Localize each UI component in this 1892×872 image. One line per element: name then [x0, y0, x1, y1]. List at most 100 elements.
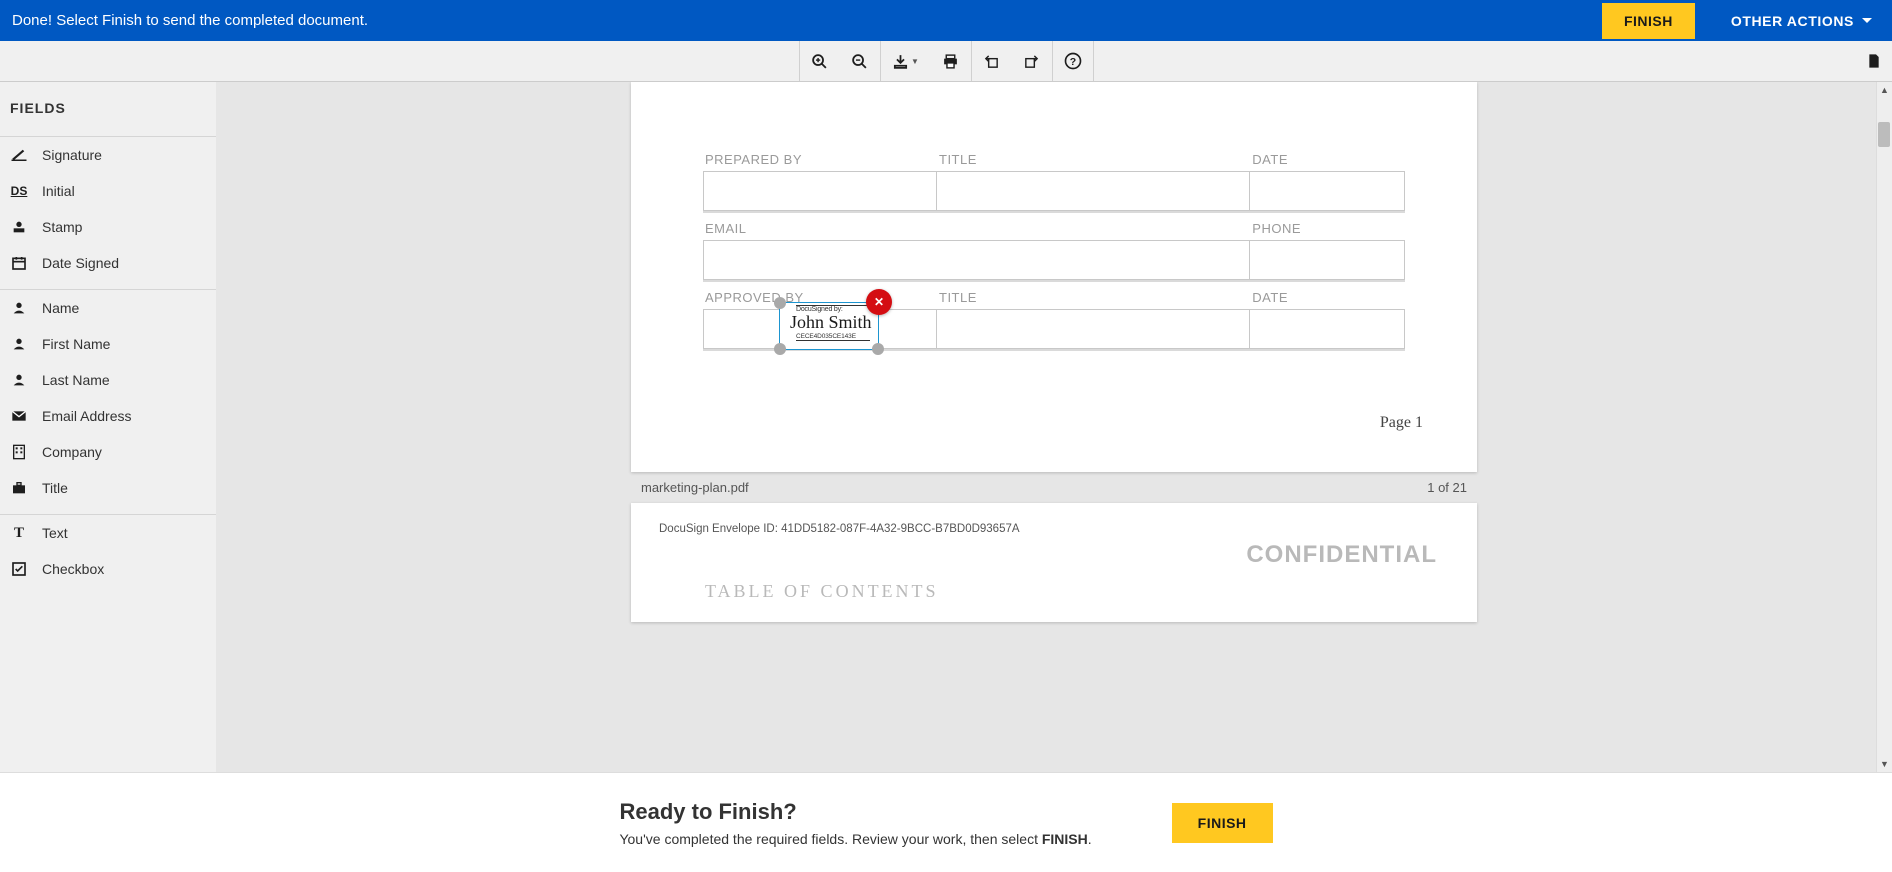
- form-input: [1250, 171, 1405, 211]
- field-label: Signature: [42, 147, 102, 163]
- rotate-left-button[interactable]: [972, 41, 1012, 81]
- field-label: Text: [42, 525, 68, 541]
- svg-text:?: ?: [1069, 56, 1075, 68]
- person-icon: [10, 335, 28, 353]
- envelope-id: DocuSign Envelope ID: 41DD5182-087F-4A32…: [659, 523, 1449, 535]
- chevron-down-icon: [1862, 18, 1872, 24]
- form-input: [703, 171, 937, 211]
- field-email[interactable]: Email Address: [0, 398, 216, 434]
- initial-icon: DS: [10, 182, 28, 200]
- finish-button[interactable]: FINISH: [1602, 3, 1695, 39]
- field-first-name[interactable]: First Name: [0, 326, 216, 362]
- form-label: TITLE: [937, 290, 1250, 309]
- document-info-bar: marketing-plan.pdf 1 of 21: [631, 472, 1477, 503]
- form-input: [937, 309, 1250, 349]
- field-title[interactable]: Title: [0, 470, 216, 506]
- status-message: Done! Select Finish to send the complete…: [12, 12, 1602, 29]
- print-icon: [942, 53, 959, 70]
- field-label: Checkbox: [42, 561, 104, 577]
- field-checkbox[interactable]: Checkbox: [0, 551, 216, 587]
- footer-subtitle: You've completed the required fields. Re…: [619, 831, 1091, 847]
- rotate-right-button[interactable]: [1012, 41, 1052, 81]
- finish-footer: Ready to Finish? You've completed the re…: [0, 772, 1892, 872]
- other-actions-dropdown[interactable]: OTHER ACTIONS: [1723, 13, 1880, 29]
- field-name[interactable]: Name: [0, 290, 216, 326]
- field-date-signed[interactable]: Date Signed: [0, 245, 216, 281]
- signature-id: CECE4D035CE143E: [796, 333, 870, 341]
- document-page-1: PREPARED BY TITLE DATE EMAIL PHONE APPRO…: [631, 82, 1477, 472]
- print-button[interactable]: [931, 41, 971, 81]
- resize-handle[interactable]: [774, 297, 786, 309]
- vertical-scrollbar[interactable]: ▲ ▼: [1876, 82, 1892, 772]
- download-icon: [892, 53, 909, 70]
- scroll-down-button[interactable]: ▼: [1877, 756, 1892, 772]
- zoom-in-button[interactable]: [800, 41, 840, 81]
- signature-name: John Smith: [784, 313, 874, 333]
- toc-heading: TABLE OF CONTENTS: [659, 581, 1449, 602]
- form-label: EMAIL: [703, 221, 1250, 240]
- form-label: PHONE: [1250, 221, 1405, 240]
- document-icon: [1866, 52, 1882, 70]
- building-icon: [10, 443, 28, 461]
- resize-handle[interactable]: [872, 343, 884, 355]
- signature-field[interactable]: DocuSigned by: John Smith CECE4D035CE143…: [779, 302, 879, 350]
- briefcase-icon: [10, 479, 28, 497]
- close-icon: ✕: [874, 295, 884, 309]
- calendar-icon: [10, 254, 28, 272]
- form-input: [937, 171, 1250, 211]
- chevron-down-icon: ▼: [911, 57, 919, 66]
- field-last-name[interactable]: Last Name: [0, 362, 216, 398]
- form-label: PREPARED BY: [703, 152, 937, 171]
- zoom-out-icon: [851, 53, 868, 70]
- page-number: Page 1: [1380, 414, 1423, 432]
- zoom-out-button[interactable]: [840, 41, 880, 81]
- finish-button[interactable]: FINISH: [1172, 803, 1273, 843]
- form-label: TITLE: [937, 152, 1250, 171]
- rotate-right-icon: [1023, 53, 1040, 70]
- field-label: Stamp: [42, 219, 82, 235]
- fields-sidebar: FIELDS Signature DS Initial Stamp Date S…: [0, 82, 216, 772]
- field-stamp[interactable]: Stamp: [0, 209, 216, 245]
- download-button[interactable]: ▼: [881, 41, 931, 81]
- help-icon: ?: [1064, 52, 1082, 70]
- field-label: Date Signed: [42, 255, 119, 271]
- field-label: Name: [42, 300, 79, 316]
- field-label: Initial: [42, 183, 75, 199]
- filename-label: marketing-plan.pdf: [641, 480, 749, 495]
- field-text[interactable]: T Text: [0, 515, 216, 551]
- form-label: DATE: [1250, 290, 1405, 309]
- field-label: Email Address: [42, 408, 131, 424]
- checkbox-icon: [10, 560, 28, 578]
- document-canvas[interactable]: PREPARED BY TITLE DATE EMAIL PHONE APPRO…: [216, 82, 1892, 772]
- top-bar: Done! Select Finish to send the complete…: [0, 0, 1892, 41]
- page-count-label: 1 of 21: [1427, 480, 1467, 495]
- form-input: [1250, 309, 1405, 349]
- field-label: Title: [42, 480, 68, 496]
- mail-icon: [10, 407, 28, 425]
- text-icon: T: [10, 524, 28, 542]
- field-initial[interactable]: DS Initial: [0, 173, 216, 209]
- field-label: Last Name: [42, 372, 110, 388]
- other-actions-label: OTHER ACTIONS: [1731, 13, 1854, 29]
- form-input: [703, 240, 1250, 280]
- person-icon: [10, 371, 28, 389]
- field-label: First Name: [42, 336, 110, 352]
- delete-signature-button[interactable]: ✕: [866, 289, 892, 315]
- scroll-up-button[interactable]: ▲: [1877, 82, 1892, 98]
- field-signature[interactable]: Signature: [0, 137, 216, 173]
- document-panel-toggle[interactable]: [1866, 41, 1882, 81]
- form-input: [1250, 240, 1405, 280]
- field-company[interactable]: Company: [0, 434, 216, 470]
- signature-icon: [10, 146, 28, 164]
- resize-handle[interactable]: [774, 343, 786, 355]
- zoom-in-icon: [811, 53, 828, 70]
- document-page-2: DocuSign Envelope ID: 41DD5182-087F-4A32…: [631, 503, 1477, 622]
- person-icon: [10, 299, 28, 317]
- footer-title: Ready to Finish?: [619, 799, 1091, 825]
- scroll-thumb[interactable]: [1878, 122, 1890, 147]
- stamp-icon: [10, 218, 28, 236]
- confidential-watermark: CONFIDENTIAL: [659, 541, 1449, 569]
- rotate-left-icon: [983, 53, 1000, 70]
- sidebar-title: FIELDS: [0, 82, 216, 128]
- help-button[interactable]: ?: [1053, 41, 1093, 81]
